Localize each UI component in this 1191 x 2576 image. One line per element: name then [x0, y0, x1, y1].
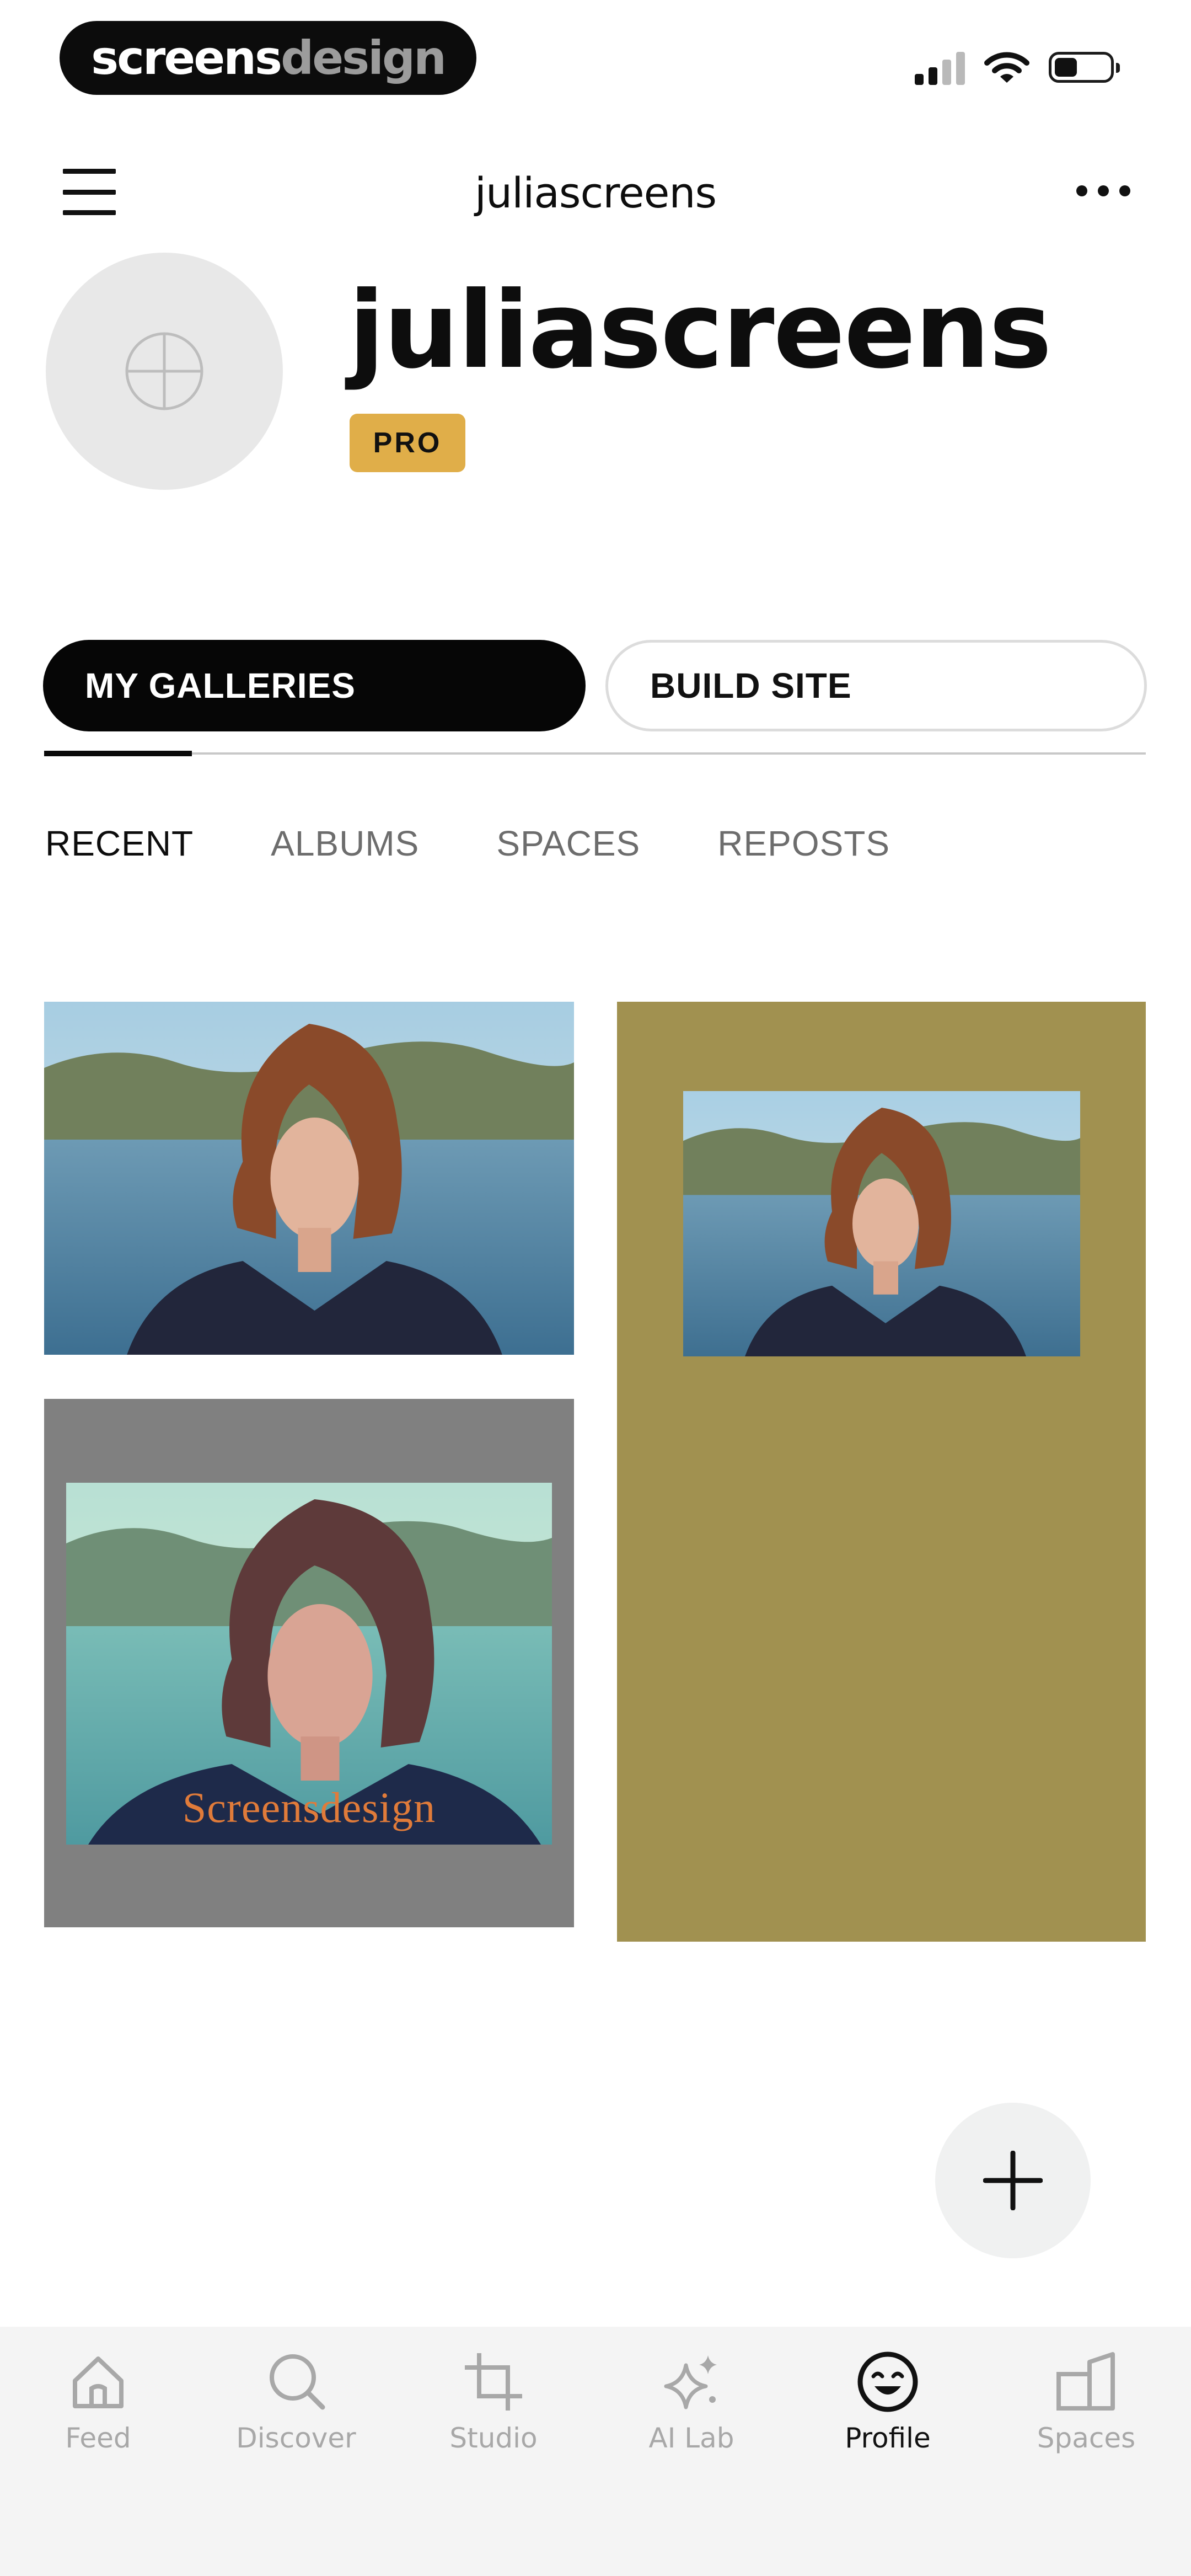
sparkles-icon [664, 2355, 717, 2409]
nav-profile[interactable]: Profile [805, 2349, 970, 2455]
tab-recent[interactable]: RECENT [45, 819, 194, 868]
nav-discover[interactable]: Discover [213, 2349, 379, 2455]
portrait-photo [44, 1002, 574, 1355]
home-icon [73, 2356, 124, 2408]
build-site-button[interactable]: BUILD SITE [605, 640, 1147, 731]
status-icons [915, 45, 1120, 89]
portrait-photo [683, 1091, 1080, 1356]
spaces-icon [1056, 2352, 1115, 2411]
brand-logo-part1: screens [91, 31, 282, 85]
brand-logo: screens design [60, 21, 476, 95]
crop-icon [465, 2353, 522, 2411]
smiley-icon [857, 2351, 918, 2412]
tab-albums[interactable]: ALBUMS [271, 819, 419, 868]
nav-spaces-label: Spaces [1037, 2422, 1136, 2454]
cellular-signal-icon [915, 50, 965, 85]
nav-discover-label: Discover [236, 2422, 356, 2454]
plus-icon [983, 2151, 1043, 2210]
nav-feed[interactable]: Feed [15, 2349, 181, 2455]
bottom-tab-bar: Feed Discover Studio AI Lab Profile Spac… [0, 2327, 1191, 2576]
nav-studio[interactable]: Studio [411, 2349, 576, 2455]
nav-studio-label: Studio [449, 2422, 538, 2454]
avatar[interactable] [46, 253, 283, 490]
profile-username: juliascreens [348, 269, 1052, 392]
nav-feed-label: Feed [65, 2422, 131, 2454]
more-options-icon[interactable] [1076, 185, 1130, 196]
watermark-text: Screensdesign [182, 1783, 436, 1831]
nav-ai-lab-label: AI Lab [648, 2422, 734, 2454]
tab-spaces[interactable]: SPACES [496, 819, 640, 868]
segment-active-indicator [44, 751, 192, 756]
add-button[interactable] [935, 2103, 1091, 2258]
portrait-photo: Screensdesign [66, 1483, 552, 1845]
search-icon [270, 2354, 325, 2410]
nav-ai-lab[interactable]: AI Lab [609, 2349, 774, 2455]
wifi-icon [984, 52, 1029, 83]
tab-reposts[interactable]: REPOSTS [717, 819, 890, 868]
gallery-tabs: RECENT ALBUMS SPACES REPOSTS [45, 819, 890, 868]
brand-logo-part2: design [281, 31, 447, 85]
my-galleries-button[interactable]: MY GALLERIES [43, 640, 586, 731]
nav-spaces[interactable]: Spaces [1004, 2349, 1169, 2455]
gallery-item-1[interactable] [44, 1002, 574, 1355]
gallery-item-2[interactable] [617, 1002, 1146, 1942]
battery-icon [1049, 52, 1120, 83]
pro-badge: PRO [350, 414, 465, 472]
segment-divider [44, 752, 1146, 755]
avatar-placeholder-icon [125, 332, 203, 410]
page-title: juliascreens [474, 168, 717, 217]
nav-profile-label: Profile [845, 2422, 931, 2454]
gallery-item-3[interactable]: Screensdesign [44, 1399, 574, 1927]
